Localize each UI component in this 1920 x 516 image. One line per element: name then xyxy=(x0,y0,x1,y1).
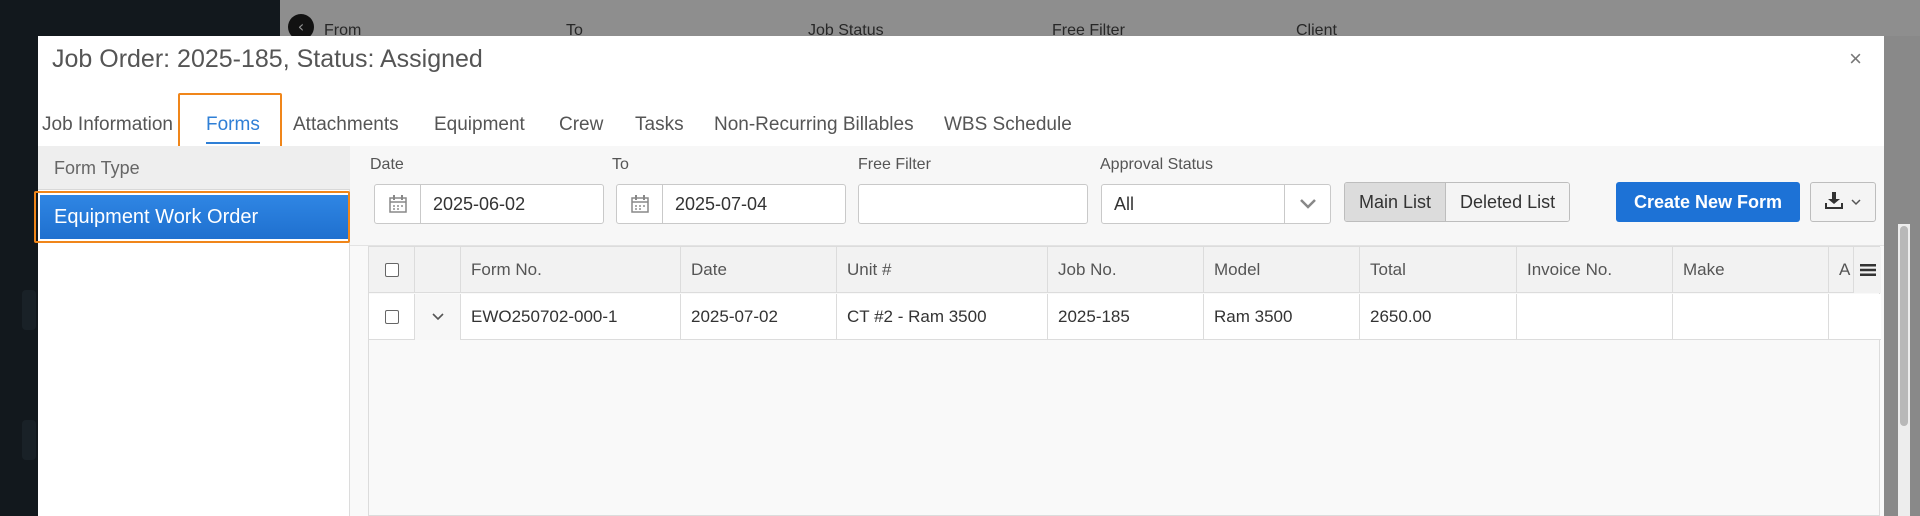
vertical-scrollbar[interactable] xyxy=(1898,224,1910,516)
download-icon xyxy=(1825,191,1843,214)
date-label: Date xyxy=(370,156,404,173)
column-header[interactable]: Form No. xyxy=(461,247,681,293)
scrollbar-thumb[interactable] xyxy=(1900,226,1908,426)
hamburger-menu-icon[interactable] xyxy=(1853,247,1881,293)
expand-column-header xyxy=(415,247,461,293)
deleted-list-button[interactable]: Deleted List xyxy=(1446,183,1570,221)
date-to-input[interactable]: 2025-07-04 xyxy=(616,184,846,224)
form-type-item-equipment-work-order[interactable]: Equipment Work Order xyxy=(40,195,348,239)
column-header[interactable]: Model xyxy=(1204,247,1360,293)
select-all-checkbox-cell xyxy=(369,247,415,293)
date-from-value: 2025-06-02 xyxy=(433,194,526,214)
table-cell: EWO250702-000-1 xyxy=(461,294,681,340)
chevron-down-icon xyxy=(1284,185,1330,223)
chevron-down-icon xyxy=(431,313,444,321)
column-header[interactable]: Invoice No. xyxy=(1517,247,1673,293)
free-filter-input[interactable] xyxy=(858,184,1088,224)
active-tab-underline xyxy=(206,142,260,144)
table-cell xyxy=(1517,294,1673,340)
table-header-row: Form No. Date Unit # Job No. Model Total… xyxy=(369,247,1881,293)
tab-attachments[interactable]: Attachments xyxy=(293,106,399,150)
tab-forms-label: Forms xyxy=(206,114,260,135)
column-header[interactable]: Make xyxy=(1673,247,1829,293)
forms-grid: Form No. Date Unit # Job No. Model Total… xyxy=(368,246,1881,516)
date-from-input[interactable]: 2025-06-02 xyxy=(374,184,604,224)
table-cell: 2650.00 xyxy=(1360,294,1517,340)
approval-status-select[interactable]: All xyxy=(1101,184,1331,224)
job-order-modal: Job Order: 2025-185, Status: Assigned × … xyxy=(34,36,1884,516)
row-checkbox-cell xyxy=(369,294,415,340)
column-header[interactable]: Total xyxy=(1360,247,1517,293)
column-header[interactable]: Job No. xyxy=(1048,247,1204,293)
free-filter-label: Free Filter xyxy=(858,156,931,173)
tab-forms[interactable]: Forms xyxy=(206,106,260,150)
tab-equipment[interactable]: Equipment xyxy=(434,106,525,150)
table-cell: 2025-185 xyxy=(1048,294,1204,340)
approval-status-label: Approval Status xyxy=(1100,156,1213,173)
row-expand-button[interactable] xyxy=(415,294,461,340)
tab-wbs-schedule[interactable]: WBS Schedule xyxy=(944,106,1072,150)
select-all-checkbox[interactable] xyxy=(384,263,399,277)
table-cell: Ram 3500 xyxy=(1204,294,1360,340)
column-header[interactable]: Unit # xyxy=(837,247,1048,293)
tab-job-information[interactable]: Job Information xyxy=(42,106,173,150)
tab-tasks[interactable]: Tasks xyxy=(635,106,684,150)
list-toggle-group: Main List Deleted List xyxy=(1344,182,1571,222)
approval-status-value: All xyxy=(1114,194,1135,214)
tab-crew[interactable]: Crew xyxy=(559,106,603,150)
form-type-panel: Form Type Equipment Work Order xyxy=(34,146,350,516)
calendar-icon xyxy=(617,185,663,223)
modal-title: Job Order: 2025-185, Status: Assigned xyxy=(52,45,483,73)
chevron-down-icon xyxy=(1851,193,1861,211)
table-cell xyxy=(1673,294,1829,340)
calendar-icon xyxy=(375,185,421,223)
form-type-header: Form Type xyxy=(38,146,350,190)
table-row[interactable]: EWO250702-000-1 2025-07-02 CT #2 - Ram 3… xyxy=(369,294,1881,340)
to-label: To xyxy=(612,156,629,173)
tab-bar: Job Information Forms Attachments Equipm… xyxy=(38,106,1884,150)
table-cell xyxy=(1829,294,1881,340)
table-cell: CT #2 - Ram 3500 xyxy=(837,294,1048,340)
create-new-form-button[interactable]: Create New Form xyxy=(1616,182,1801,222)
main-list-button[interactable]: Main List xyxy=(1345,183,1447,221)
table-cell: 2025-07-02 xyxy=(681,294,837,340)
close-icon[interactable]: × xyxy=(1849,46,1862,72)
column-header[interactable]: Date xyxy=(681,247,837,293)
tab-non-recurring-billables[interactable]: Non-Recurring Billables xyxy=(714,106,914,150)
row-checkbox[interactable] xyxy=(384,310,399,324)
export-button[interactable] xyxy=(1810,182,1876,222)
filter-bar: Date 2025-06-02 To 2025-07-04 Free Filte… xyxy=(350,146,1884,246)
date-to-value: 2025-07-04 xyxy=(675,194,768,214)
